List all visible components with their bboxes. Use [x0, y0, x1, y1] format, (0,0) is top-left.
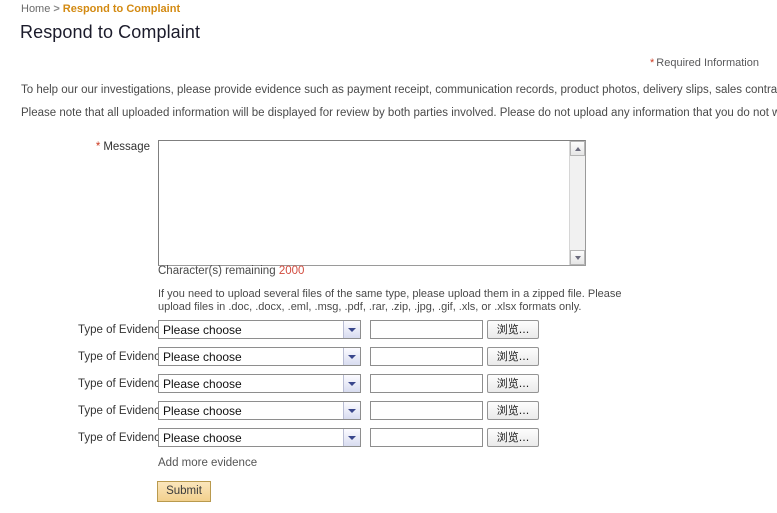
- evidence-type-label: Type of Evidence: [78, 405, 167, 417]
- message-textarea[interactable]: [159, 141, 569, 265]
- evidence-type-label: Type of Evidence: [78, 378, 167, 390]
- evidence-type-select-value: Please choose: [163, 377, 242, 391]
- breadcrumb-current: Respond to Complaint: [62, 3, 181, 15]
- evidence-browse-button[interactable]: 浏览...: [487, 374, 539, 393]
- character-counter: Character(s) remaining 2000: [158, 265, 304, 277]
- evidence-type-select[interactable]: Please choose: [158, 428, 361, 447]
- breadcrumb: Home > Respond to Complaint: [21, 2, 180, 16]
- evidence-type-label: Type of Evidence: [78, 324, 167, 336]
- required-information-note: * Required Information: [650, 57, 759, 69]
- upload-hint-text: If you need to upload several files of t…: [158, 288, 622, 313]
- evidence-type-label: Type of Evidence: [78, 351, 167, 363]
- chevron-down-icon[interactable]: [343, 375, 360, 392]
- message-textarea-scrollbar[interactable]: [569, 141, 585, 265]
- chevron-down-icon[interactable]: [343, 402, 360, 419]
- intro-paragraph-evidence: To help our our investigations, please p…: [21, 84, 777, 96]
- character-counter-label: Character(s) remaining: [158, 265, 276, 277]
- evidence-type-select[interactable]: Please choose: [158, 347, 361, 366]
- submit-button[interactable]: Submit: [157, 481, 211, 502]
- evidence-row: Type of Evidence Please choose 浏览...: [0, 374, 777, 401]
- evidence-type-label: Type of Evidence: [78, 432, 167, 444]
- scroll-down-arrow-icon[interactable]: [570, 250, 585, 265]
- evidence-browse-button[interactable]: 浏览...: [487, 428, 539, 447]
- message-label: * Message: [62, 141, 150, 153]
- evidence-file-path-input[interactable]: [370, 320, 483, 339]
- evidence-type-select-value: Please choose: [163, 323, 242, 337]
- evidence-type-select-value: Please choose: [163, 404, 242, 418]
- evidence-file-path-input[interactable]: [370, 428, 483, 447]
- evidence-type-select[interactable]: Please choose: [158, 320, 361, 339]
- evidence-type-select-value: Please choose: [163, 350, 242, 364]
- character-counter-value: 2000: [278, 265, 305, 277]
- breadcrumb-home-link[interactable]: Home: [21, 3, 50, 15]
- evidence-type-select[interactable]: Please choose: [158, 401, 361, 420]
- evidence-row: Type of Evidence Please choose 浏览...: [0, 320, 777, 347]
- evidence-type-select-value: Please choose: [163, 431, 242, 445]
- evidence-file-path-input[interactable]: [370, 401, 483, 420]
- chevron-down-icon[interactable]: [343, 429, 360, 446]
- message-textarea-wrapper[interactable]: [158, 140, 586, 266]
- evidence-file-path-input[interactable]: [370, 374, 483, 393]
- page-title: Respond to Complaint: [20, 22, 201, 42]
- required-information-label: Required Information: [656, 57, 759, 69]
- evidence-browse-button[interactable]: 浏览...: [487, 401, 539, 420]
- intro-paragraph-privacy: Please note that all uploaded informatio…: [21, 107, 777, 119]
- evidence-type-select[interactable]: Please choose: [158, 374, 361, 393]
- message-label-text: Message: [103, 141, 150, 153]
- evidence-row: Type of Evidence Please choose 浏览...: [0, 428, 777, 455]
- evidence-browse-button[interactable]: 浏览...: [487, 320, 539, 339]
- evidence-browse-button[interactable]: 浏览...: [487, 347, 539, 366]
- breadcrumb-separator: >: [53, 3, 60, 15]
- chevron-down-icon[interactable]: [343, 321, 360, 338]
- required-asterisk-icon: *: [649, 57, 655, 69]
- evidence-row: Type of Evidence Please choose 浏览...: [0, 347, 777, 374]
- scroll-up-arrow-icon[interactable]: [570, 141, 585, 156]
- chevron-down-icon[interactable]: [343, 348, 360, 365]
- evidence-file-path-input[interactable]: [370, 347, 483, 366]
- message-required-asterisk-icon: *: [95, 141, 101, 153]
- add-more-evidence-link[interactable]: Add more evidence: [158, 457, 257, 469]
- evidence-row: Type of Evidence Please choose 浏览...: [0, 401, 777, 428]
- evidence-rows-container: Type of Evidence Please choose 浏览... Type o…: [0, 320, 777, 455]
